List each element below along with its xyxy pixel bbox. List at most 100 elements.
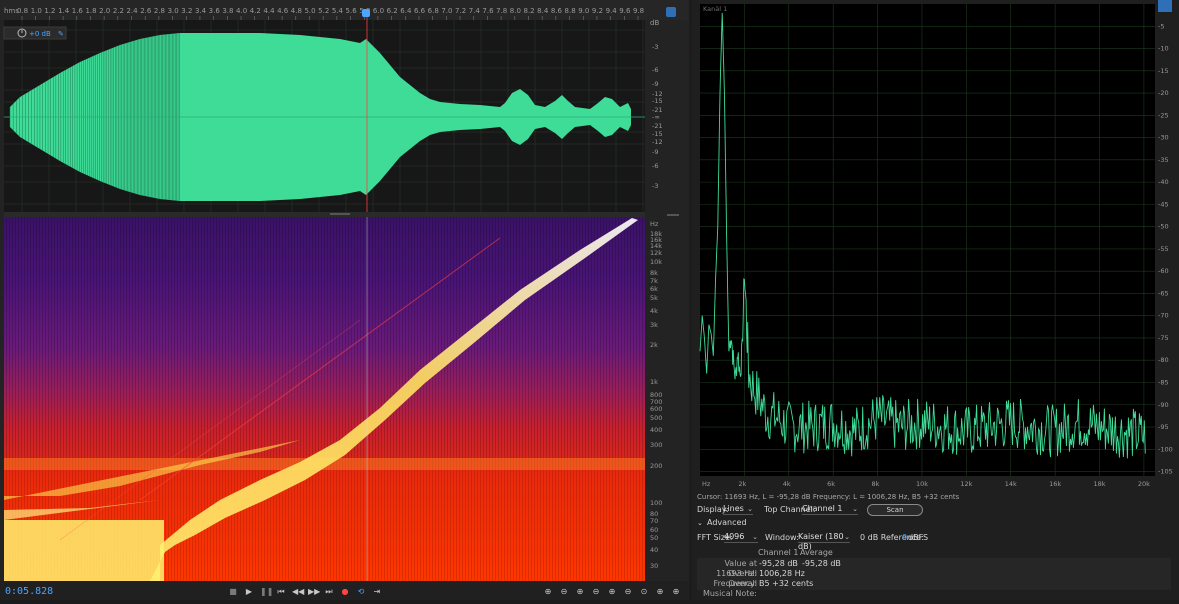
frequency-scale-label: 500 [650,414,662,422]
panel-divider[interactable] [4,212,645,217]
db-tick-label: -5 [1158,22,1164,30]
frequency-scale-label: 600 [650,405,662,413]
frequency-scale-label: 8k [650,269,658,277]
play-icon[interactable]: ▶ [244,587,254,597]
ruler-tick-label: 9.0 [578,7,589,15]
frequency-tick-label: 10k [916,480,928,488]
window-select[interactable]: Kaiser (180 dB) ⌄ [798,532,850,551]
db-scale-label: -15 [652,97,663,105]
pin-icon[interactable]: ✎ [58,30,64,38]
stop-icon[interactable]: ■ [228,587,238,597]
frequency-scale-label: 60 [650,526,658,534]
loop-icon[interactable]: ⟲ [356,587,366,597]
ruler-tick-label: 7.8 [496,7,507,15]
ruler-tick-label: 6.8 [428,7,439,15]
top-channel-select[interactable]: Channel 1 ⌄ [802,504,858,515]
ruler-tick-label: 7.6 [482,7,494,15]
to-end-icon[interactable]: ⏭ [324,587,334,597]
ruler-tick-label: 5.2 [318,7,329,15]
frequency-tick-label: 2k [738,480,746,488]
ruler-tick-label: 1.0 [31,7,42,15]
skip-icon[interactable]: ⇥ [372,587,382,597]
rewind-icon[interactable]: ◀◀ [292,587,304,597]
plot-area [700,4,1155,476]
db-tick-label: -90 [1158,401,1169,409]
to-start-icon[interactable]: ⏮ [276,587,286,597]
ruler-tick-label: 2.2 [113,7,124,15]
ruler-tick-label: 2.4 [127,7,139,15]
plot-zoom-icon[interactable] [1158,0,1172,12]
db-reference-value[interactable]: 0 [902,533,907,543]
zoom-out-selection-icon[interactable]: ⊖ [623,587,633,597]
frequency-scale-label: 4k [650,307,658,315]
top-channel-value: Channel 1 [802,504,843,513]
db-scale-label: -21 [652,122,663,130]
frequency-scale-label: 300 [650,441,662,449]
db-scale-label: -6 [652,162,658,170]
db-tick-label: -80 [1158,356,1169,364]
ruler-tick-label: 8.8 [565,7,576,15]
frequency-scale-label: 200 [650,462,662,470]
frequency-tick-label: 12k [960,480,972,488]
frequency-scale-label: 70 [650,517,658,525]
scan-button[interactable]: Scan [867,504,923,516]
cursor-readout: Cursor: 11693 Hz, L = -95,28 dB Frequenc… [697,493,960,501]
zoom-in-amplitude-icon[interactable]: ⊕ [543,587,553,597]
ruler-tick-label: 6.0 [373,7,384,15]
frequency-scale-label: 10k [650,258,662,266]
zoom-full-icon[interactable]: ⊙ [639,587,649,597]
table-cell-channel-1: -95,28 dB [759,559,798,568]
advanced-toggle[interactable]: Advanced [707,518,747,528]
ruler-tick-label: 2.0 [99,7,110,15]
ruler-tick-label: 8.6 [551,7,563,15]
table-header-average: Average [800,548,833,557]
zoom-out-amplitude-icon[interactable]: ⊖ [559,587,569,597]
ruler-tick-label: 3.6 [209,7,221,15]
ruler-tick-label: 1.6 [72,7,84,15]
db-tick-label: -10 [1158,45,1169,53]
frequency-plot[interactable]: Kanäl 1 -5 -10 -15 -20 -25 -30 -35 -40 -45 -50 -55… [692,0,1179,490]
fast-forward-icon[interactable]: ▶▶ [308,587,320,597]
ruler-tick-label: 8.4 [537,7,549,15]
table-cell-channel-1: 1006,28 Hz [759,569,805,578]
zoom-in-time-icon[interactable]: ⊕ [575,587,585,597]
ruler-tick-label: 5.4 [332,7,344,15]
ruler-tick-label: 3.0 [168,7,179,15]
frequency-scale-label: 2k [650,341,658,349]
zoom-navigator-icon[interactable] [666,7,676,17]
pause-icon[interactable]: ❚❚ [260,587,273,597]
playhead-handle[interactable] [362,9,370,17]
ruler-tick-label: 9.6 [619,7,631,15]
time-display[interactable]: 0:05.828 [5,586,53,597]
fft-size-select[interactable]: 4096 ⌄ [724,532,758,543]
table-row-label: Overall Musical Note: [702,579,757,598]
spectral-unit: Hz [650,220,659,228]
zoom-in-left-icon[interactable]: ⊕ [655,587,665,597]
db-tick-label: -105 [1158,468,1173,476]
record-icon[interactable]: ● [340,587,350,597]
db-scale-label: -9 [652,148,658,156]
ruler-tick-label: 4.8 [291,7,302,15]
hud-gain-value: +0 dB [29,30,51,38]
frequency-scale-label: 6k [650,285,658,293]
table-header-channel-1: Channel 1 [758,548,799,557]
frequency-tick-label: 16k [1049,480,1061,488]
zoom-out-time-icon[interactable]: ⊖ [591,587,601,597]
waveform-db-unit: dB [650,19,659,27]
db-scale-label: -3 [652,43,658,51]
editor-canvas[interactable]: 0.8 1.0 1.2 1.4 1.6 1.8 2.0 2.2 2.4 2.6 2.8 3.0 3.2 3… [0,0,689,600]
advanced-chevron-icon[interactable]: ⌄ [697,518,703,528]
ruler-tick-label: 3.4 [195,7,207,15]
frequency-scale-label: 7k [650,277,658,285]
zoom-in-right-icon[interactable]: ⊕ [671,587,681,597]
display-select[interactable]: Lines ⌄ [723,504,753,515]
chevron-down-icon: ⌄ [844,533,850,541]
ruler-tick-label: 1.4 [58,7,70,15]
frequency-scale-label: 3k [650,321,658,329]
zoom-in-selection-icon[interactable]: ⊕ [607,587,617,597]
window-label: Window: [765,533,799,542]
frequency-tick-label: 4k [783,480,791,488]
db-tick-label: -45 [1158,200,1169,208]
db-scale-label: -15 [652,130,663,138]
ruler-tick-label: 6.2 [387,7,398,15]
